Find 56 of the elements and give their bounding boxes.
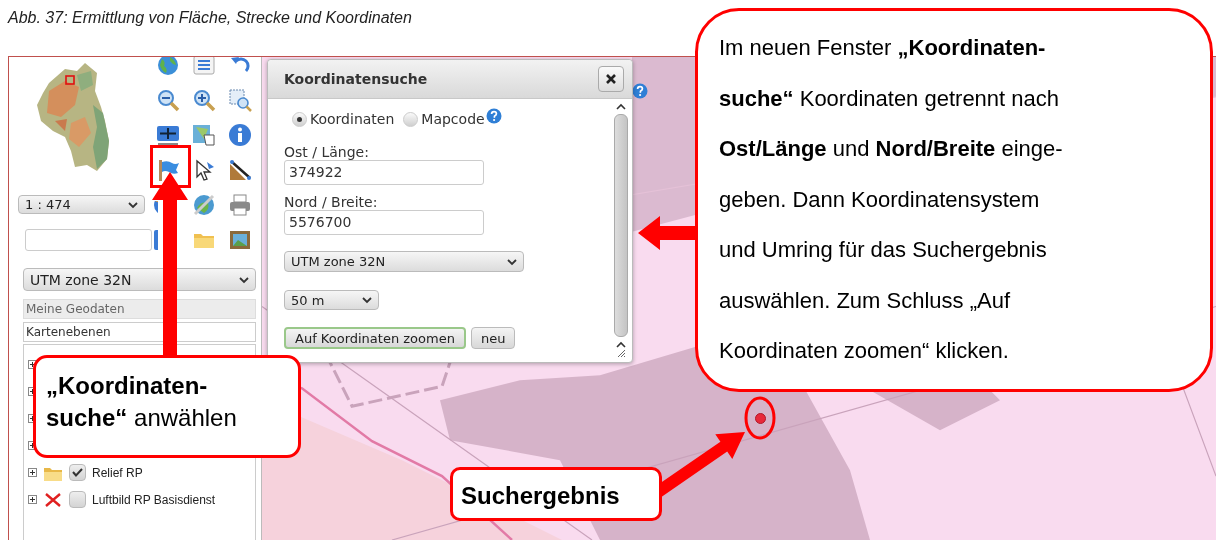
caret-icon	[616, 103, 626, 110]
reset-button[interactable]: neu	[470, 327, 516, 349]
caret-icon	[362, 296, 372, 304]
dialog-title: Koordinatensuche	[284, 71, 428, 87]
close-icon	[605, 73, 617, 85]
info-icon[interactable]	[228, 122, 252, 147]
zoom-button[interactable]: Auf Koordinaten zoomen	[284, 327, 466, 349]
resize-grip[interactable]	[616, 348, 626, 358]
field-label: Ost / Länge:	[284, 145, 370, 160]
figure-caption: Abb. 37: Ermittlung von Fläche, Strecke und Koordinaten	[8, 9, 412, 27]
caret-icon	[507, 257, 517, 266]
scrollbar[interactable]	[614, 103, 628, 358]
checkbox[interactable]	[69, 464, 86, 481]
panel-header: Meine Geodaten	[23, 299, 256, 319]
cross-icon	[43, 490, 63, 509]
set-square-icon[interactable]	[228, 157, 252, 182]
highlight-ring	[744, 396, 776, 440]
tab[interactable]: Kartenebenen	[23, 322, 256, 342]
help-icon[interactable]	[632, 83, 648, 99]
close-button[interactable]	[598, 66, 624, 92]
radio-label: Mapcode	[421, 111, 485, 127]
caret-icon	[239, 275, 249, 284]
location-marker	[755, 413, 766, 424]
layer-label: Luftbild RP Basisdienst	[92, 492, 216, 507]
checkbox[interactable]	[69, 491, 86, 508]
arrow	[638, 216, 696, 251]
scale-dropdown[interactable]: 1 : 474	[18, 195, 145, 214]
input-field[interactable]: 374922	[284, 160, 484, 185]
flag-icon[interactable]	[156, 157, 180, 182]
printer-icon[interactable]	[228, 192, 252, 217]
list-icon[interactable]	[192, 57, 216, 77]
globe-icon[interactable]	[156, 57, 180, 77]
zoom-in-icon[interactable]	[192, 87, 216, 112]
hand-icon[interactable]	[192, 122, 216, 147]
input-field[interactable]: 5576700	[284, 210, 484, 235]
radio-button[interactable]	[403, 111, 419, 127]
radio-label: Koordinaten	[310, 111, 395, 127]
radio-button[interactable]	[292, 111, 307, 127]
zoom-area-icon[interactable]	[228, 87, 252, 112]
field-label: Nord / Breite:	[284, 195, 379, 210]
crs-dropdown[interactable]: UTM zone 32N	[284, 251, 524, 272]
tools-icon[interactable]	[192, 192, 216, 217]
crs-dropdown[interactable]: UTM zone 32N	[23, 268, 256, 291]
help-icon[interactable]	[485, 108, 502, 124]
callout: Im neuen Fenster „Koordinaten- suche“ Koordinaten getrennt nach Ost/Länge und Nord/Breite einge- geben. Dann Koordinatensystem und Umring für das Suchergebnis auswählen. Zum Schluss „Auf Koordinaten zoomen“ klicken.	[695, 8, 1213, 392]
caret-icon	[616, 341, 626, 348]
search-field[interactable]	[25, 228, 152, 251]
callout: Suchergebnis	[450, 467, 662, 521]
zoom-out-icon[interactable]	[156, 87, 180, 112]
radius-dropdown[interactable]: 50 m	[284, 290, 379, 310]
expand-icon[interactable]	[28, 495, 37, 504]
expand-icon[interactable]	[28, 468, 37, 477]
check-icon	[72, 468, 83, 477]
callout: „Koordinaten- suche“ anwählen	[33, 355, 301, 458]
layer-label: Relief RP	[92, 465, 143, 480]
caret-icon	[128, 200, 138, 209]
